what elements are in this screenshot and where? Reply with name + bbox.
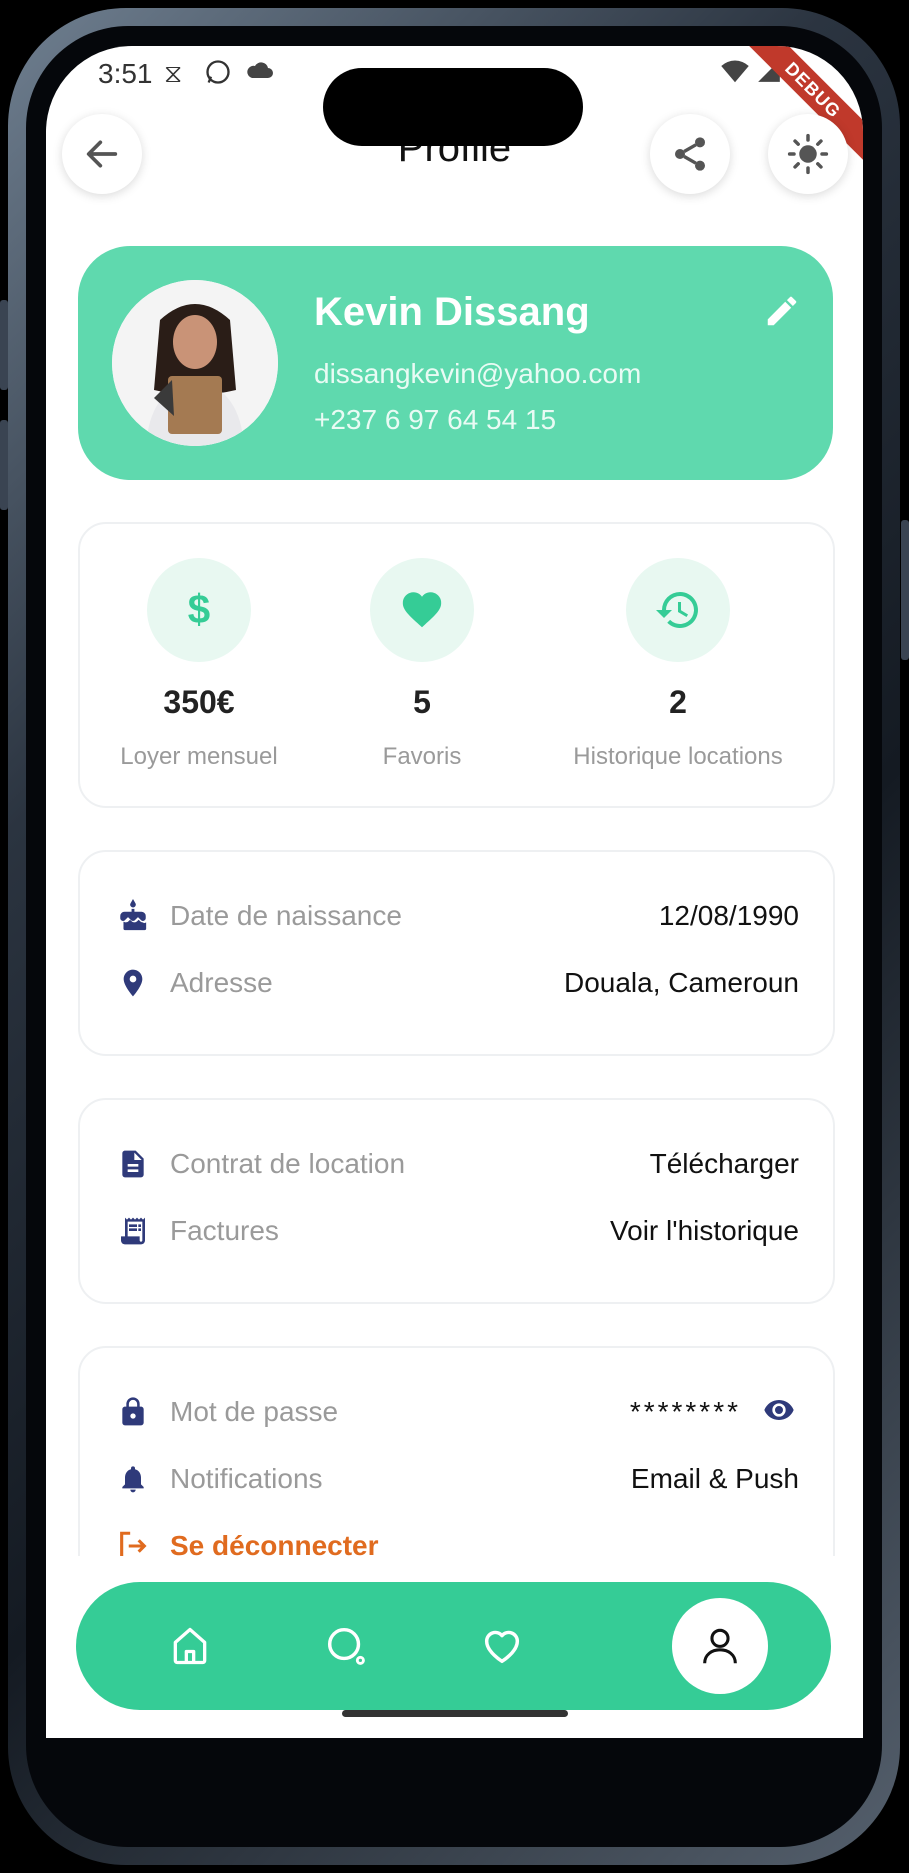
search-icon — [327, 1627, 365, 1665]
nav-favorites[interactable] — [472, 1616, 532, 1676]
eye-icon[interactable] — [759, 1394, 799, 1431]
stat-value: 5 — [413, 684, 431, 720]
sec-row-notifications[interactable]: Notifications Email & Push — [116, 1459, 799, 1499]
avatar-image — [112, 280, 278, 446]
media-icon: ⧖ — [164, 58, 183, 88]
arrow-back-icon — [86, 140, 118, 168]
row-value: Douala, Cameroun — [563, 967, 799, 998]
row-label: Date de naissance — [170, 900, 402, 931]
nav-home[interactable] — [160, 1616, 220, 1676]
nav-profile[interactable] — [672, 1598, 768, 1694]
info-row-birthdate: Date de naissance 12/08/1990 — [116, 896, 799, 936]
avatar[interactable] — [112, 280, 278, 446]
stat-monthly-rent[interactable]: $ 350€ Loyer mensuel — [114, 558, 284, 771]
doc-row-invoices[interactable]: Factures Voir l'historique — [116, 1211, 799, 1251]
volume-button — [0, 420, 8, 510]
edit-pencil-icon — [767, 296, 797, 326]
home-icon — [173, 1627, 207, 1665]
stat-label: Historique locations — [573, 743, 783, 770]
share-icon — [675, 137, 705, 171]
edit-profile-button[interactable] — [763, 292, 801, 335]
document-icon — [116, 1147, 150, 1181]
stats-card: $ 350€ Loyer mensuel 5 Favoris 2 Histori… — [78, 522, 835, 808]
row-label: Factures — [170, 1215, 279, 1246]
camera-notch — [323, 68, 583, 146]
row-label: Contrat de location — [170, 1148, 406, 1179]
status-time: 3:51 — [98, 58, 153, 89]
profile-card: Kevin Dissang dissangkevin@yahoo.com +23… — [78, 246, 833, 480]
heart-outline-icon — [484, 1630, 520, 1664]
volume-button — [0, 300, 8, 390]
whatsapp-icon — [204, 58, 232, 93]
stat-value: 350€ — [163, 684, 235, 720]
view-invoice-history-link[interactable]: Voir l'historique — [610, 1215, 799, 1247]
row-label: Mot de passe — [170, 1396, 339, 1427]
download-contract-link[interactable]: Télécharger — [650, 1148, 799, 1180]
profile-email: dissangkevin@yahoo.com — [314, 358, 642, 389]
row-label: Adresse — [170, 967, 273, 998]
heart-icon — [370, 558, 474, 662]
cake-icon — [116, 899, 150, 933]
lock-icon — [116, 1395, 150, 1429]
svg-text:$: $ — [188, 588, 210, 632]
bottom-nav — [76, 1582, 831, 1710]
row-value: 12/08/1990 — [658, 900, 799, 931]
cloud-icon — [244, 58, 274, 89]
receipt-icon — [116, 1214, 150, 1248]
doc-row-contract[interactable]: Contrat de location Télécharger — [116, 1144, 799, 1184]
profile-phone: +237 6 97 64 54 15 — [314, 404, 557, 435]
power-button — [901, 520, 909, 660]
share-button[interactable] — [650, 114, 730, 194]
documents-card: Contrat de location Télécharger Factures… — [78, 1098, 835, 1304]
back-button[interactable] — [62, 114, 142, 194]
stat-label: Loyer mensuel — [120, 743, 278, 770]
wifi-icon — [720, 58, 750, 91]
dollar-icon: $ — [147, 558, 251, 662]
info-row-address: Adresse Douala, Cameroun — [116, 963, 799, 1003]
profile-icon — [703, 1628, 737, 1664]
nav-search[interactable] — [316, 1616, 376, 1676]
row-label: Notifications — [170, 1463, 323, 1494]
stat-value: 2 — [669, 684, 687, 720]
theme-toggle-button[interactable] — [768, 114, 848, 194]
stat-label: Favoris — [382, 743, 462, 770]
personal-info-card: Date de naissance 12/08/1990 Adresse Dou… — [78, 850, 835, 1056]
home-indicator — [342, 1710, 568, 1717]
history-icon — [626, 558, 730, 662]
sec-row-password: Mot de passe ******** — [116, 1392, 799, 1432]
notifications-value[interactable]: Email & Push — [631, 1463, 799, 1495]
stat-favorites[interactable]: 5 Favoris — [342, 558, 502, 771]
profile-name: Kevin Dissang — [314, 290, 590, 334]
sun-icon — [787, 133, 829, 175]
stat-rental-history[interactable]: 2 Historique locations — [548, 558, 808, 771]
password-mask: ******** — [629, 1396, 741, 1427]
bell-icon — [116, 1462, 150, 1496]
location-pin-icon — [116, 966, 150, 1000]
screen: 3:51 ⧖ DEBUG Profile Kevin Dissang dissa… — [46, 46, 863, 1738]
